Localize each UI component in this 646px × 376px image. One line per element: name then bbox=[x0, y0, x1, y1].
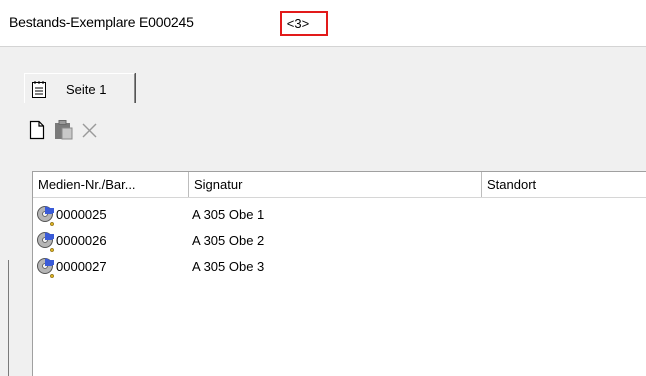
window-title: Bestands-Exemplare E000245 bbox=[9, 14, 194, 30]
list-header: Medien-Nr./Bar... Signatur Standort bbox=[33, 172, 646, 198]
signatur-cell: A 305 Obe 3 bbox=[192, 259, 265, 274]
list-item[interactable]: 0000026 A 305 Obe 2 bbox=[33, 230, 646, 256]
tab-seite-1[interactable]: Seite 1 bbox=[24, 73, 135, 103]
window-edge-divider bbox=[8, 260, 9, 376]
medien-nr-cell: 0000025 bbox=[56, 207, 107, 222]
new-button[interactable] bbox=[26, 116, 50, 144]
notepad-icon bbox=[32, 81, 46, 98]
title-bar: Bestands-Exemplare E000245 <3> bbox=[0, 0, 646, 47]
items-list[interactable]: Medien-Nr./Bar... Signatur Standort 0000… bbox=[32, 171, 646, 376]
paste-icon bbox=[55, 120, 73, 140]
count-badge-text: <3> bbox=[286, 16, 310, 31]
count-badge: <3> bbox=[280, 11, 328, 36]
column-header-signatur[interactable]: Signatur bbox=[189, 172, 482, 197]
medien-nr-cell: 0000027 bbox=[56, 259, 107, 274]
delete-button[interactable] bbox=[78, 116, 102, 144]
tab-label: Seite 1 bbox=[66, 82, 107, 97]
delete-icon bbox=[82, 123, 97, 138]
column-header-medien-nr[interactable]: Medien-Nr./Bar... bbox=[33, 172, 189, 197]
list-item[interactable]: 0000025 A 305 Obe 1 bbox=[33, 204, 646, 230]
signatur-cell: A 305 Obe 2 bbox=[192, 233, 265, 248]
column-header-standort[interactable]: Standort bbox=[482, 172, 646, 197]
list-rows: 0000025 A 305 Obe 1 0000026 A 305 Obe 2 bbox=[33, 204, 646, 282]
signatur-cell: A 305 Obe 1 bbox=[192, 207, 265, 222]
list-item[interactable]: 0000027 A 305 Obe 3 bbox=[33, 256, 646, 282]
window: Bestands-Exemplare E000245 <3> Seite 1 M… bbox=[0, 0, 646, 376]
paste-button[interactable] bbox=[52, 116, 76, 144]
new-document-icon bbox=[29, 120, 45, 140]
medien-nr-cell: 0000026 bbox=[56, 233, 107, 248]
